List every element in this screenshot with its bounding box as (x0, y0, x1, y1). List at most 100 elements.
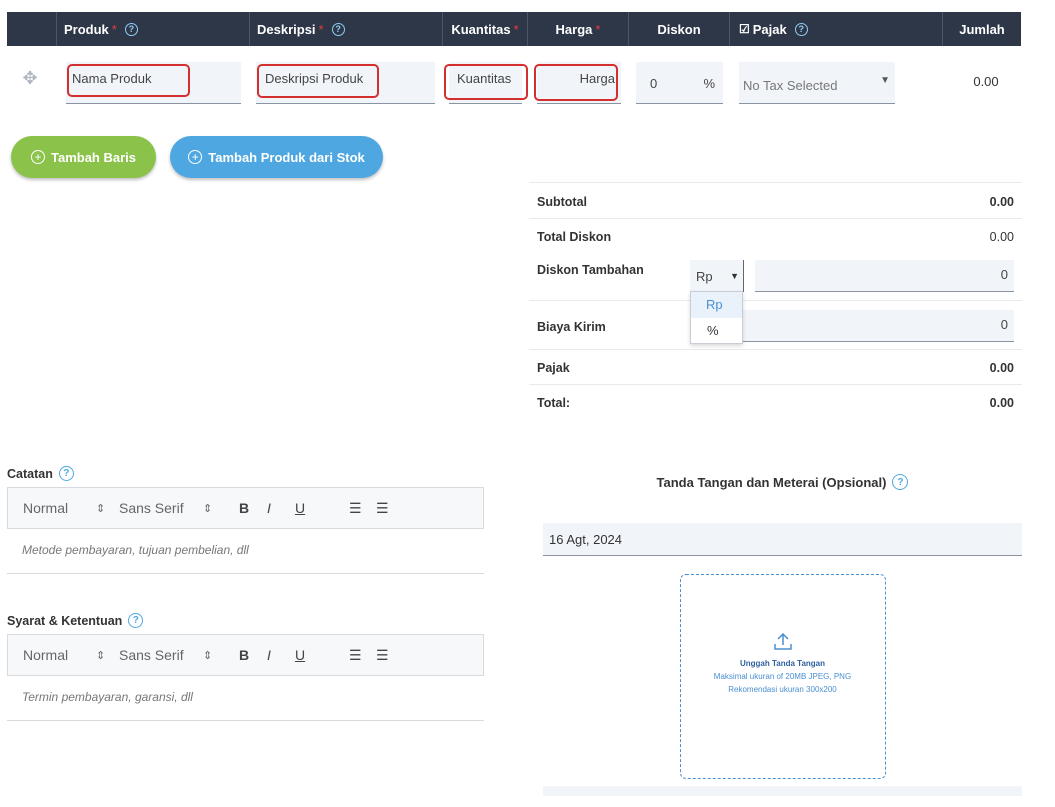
pajak-select[interactable]: No Tax Selected ▼ (739, 62, 895, 104)
syarat-toolbar: Normal ⇕ Sans Serif ⇕ B I U ☰ ☰ (7, 634, 484, 676)
signature-date-input[interactable]: 16 Agt, 2024 (543, 523, 1022, 556)
diskon-value: 0 (650, 76, 658, 91)
signature-footer-bar (543, 786, 1022, 796)
italic-button[interactable]: I (267, 500, 271, 516)
total-row: Total: 0.00 (529, 384, 1022, 420)
help-icon[interactable]: ? (128, 613, 144, 628)
ordered-list-icon[interactable]: ☰ (349, 647, 362, 664)
total-diskon-label: Total Diskon (537, 230, 612, 244)
diskon-input[interactable]: 0 % (636, 62, 723, 104)
catatan-editor[interactable]: Metode pembayaran, tujuan pembelian, dll (7, 529, 484, 574)
add-from-stock-label: Tambah Produk dari Stok (208, 149, 365, 165)
header-drag-col (7, 12, 57, 46)
biaya-kirim-value: 0 (1000, 317, 1008, 332)
total-label: Total: (537, 396, 571, 410)
add-from-stock-button[interactable]: + Tambah Produk dari Stok (170, 136, 383, 178)
produk-highlight (67, 64, 190, 97)
bullet-list-icon[interactable]: ☰ (376, 647, 389, 664)
sort-icon[interactable]: ⇕ (203, 649, 212, 662)
table-header: Produk * ? Deskripsi * ? Kuantitas * Har… (7, 12, 1021, 46)
catatan-heading: Catatan ? (7, 466, 74, 481)
catatan-label: Catatan (7, 466, 53, 481)
underline-button[interactable]: U (295, 500, 305, 516)
help-icon[interactable]: ? (794, 22, 808, 36)
header-produk-label: Produk (64, 21, 109, 37)
signature-upload-area[interactable]: Unggah Tanda Tangan Maksimal ukuran of 2… (680, 574, 886, 779)
diskon-tambahan-input[interactable]: 0 (755, 260, 1014, 292)
syarat-placeholder: Termin pembayaran, garansi, dll (22, 690, 193, 704)
help-icon[interactable]: ? (58, 466, 74, 481)
font-select[interactable]: Sans Serif (119, 500, 184, 516)
header-deskripsi: Deskripsi * ? (250, 12, 443, 46)
header-diskon-label: Diskon (657, 21, 701, 37)
ordered-list-icon[interactable]: ☰ (349, 500, 362, 517)
harga-highlight (534, 64, 618, 101)
jumlah-value: 0.00 (973, 74, 999, 89)
biaya-kirim-input[interactable]: 0 (740, 310, 1014, 342)
total-diskon-row: Total Diskon 0.00 (529, 218, 1022, 254)
header-jumlah-label: Jumlah (959, 21, 1005, 37)
sort-icon[interactable]: ⇕ (96, 502, 105, 515)
syarat-editor[interactable]: Termin pembayaran, garansi, dll (7, 676, 484, 721)
pajak-sum-value: 0.00 (989, 361, 1014, 375)
checkbox-checked-icon[interactable]: ☑ (739, 22, 750, 36)
header-produk: Produk * ? (57, 12, 250, 46)
diskon-unit-select[interactable]: Rp ▼ (690, 260, 744, 292)
drag-handle-icon[interactable]: ✥ (20, 68, 40, 88)
bold-button[interactable]: B (239, 647, 249, 663)
deskripsi-highlight (257, 64, 379, 98)
unit-dropdown-menu: Rp % (690, 291, 743, 344)
required-mark: * (513, 21, 519, 37)
caret-down-icon: ▼ (880, 75, 890, 86)
font-select[interactable]: Sans Serif (119, 647, 184, 663)
header-kuantitas: Kuantitas * (443, 12, 528, 46)
bold-button[interactable]: B (239, 500, 249, 516)
pajak-label: Pajak (537, 361, 570, 375)
header-deskripsi-label: Deskripsi (257, 21, 316, 37)
sort-icon[interactable]: ⇕ (203, 502, 212, 515)
kuantitas-highlight (444, 64, 528, 100)
signature-heading: Tanda Tangan dan Meterai (Opsional) ? (543, 474, 1022, 490)
required-mark: * (111, 21, 117, 37)
sort-icon[interactable]: ⇕ (96, 649, 105, 662)
signature-title: Tanda Tangan dan Meterai (Opsional) (656, 474, 887, 490)
dropdown-option-rp[interactable]: Rp (691, 292, 742, 318)
header-harga: Harga * (528, 12, 629, 46)
upload-icon (772, 632, 794, 652)
required-mark: * (318, 21, 324, 37)
header-harga-label: Harga (555, 21, 593, 37)
format-select[interactable]: Normal (23, 647, 68, 663)
caret-down-icon: ▼ (730, 271, 739, 281)
header-pajak-label: Pajak (752, 21, 787, 37)
underline-button[interactable]: U (295, 647, 305, 663)
required-mark: * (595, 21, 601, 37)
catatan-placeholder: Metode pembayaran, tujuan pembelian, dll (22, 543, 249, 557)
total-value: 0.00 (989, 396, 1014, 410)
plus-circle-icon: + (188, 150, 203, 164)
italic-button[interactable]: I (267, 647, 271, 663)
help-icon[interactable]: ? (892, 474, 909, 490)
header-kuantitas-label: Kuantitas (451, 21, 511, 37)
subtotal-label: Subtotal (537, 195, 587, 209)
syarat-label: Syarat & Ketentuan (7, 613, 123, 628)
header-pajak: ☑ Pajak ? (730, 12, 943, 46)
diskon-tambahan-value: 0 (1000, 267, 1008, 282)
subtotal-row: Subtotal 0.00 (529, 182, 1022, 218)
signature-date: 16 Agt, 2024 (549, 532, 623, 547)
biaya-kirim-label: Biaya Kirim (537, 320, 606, 334)
add-row-button[interactable]: + Tambah Baris (11, 136, 156, 178)
upload-hint-dimension: Rekomendasi ukuran 300x200 (728, 685, 837, 694)
upload-hint-size: Maksimal ukuran of 20MB JPEG, PNG (713, 672, 852, 681)
diskon-unit-value: Rp (696, 269, 713, 284)
help-icon[interactable]: ? (124, 22, 138, 36)
format-select[interactable]: Normal (23, 500, 68, 516)
diskon-tambahan-label: Diskon Tambahan (537, 263, 644, 277)
pajak-row: Pajak 0.00 (529, 349, 1022, 384)
help-icon[interactable]: ? (331, 22, 345, 36)
dropdown-option-percent[interactable]: % (691, 318, 742, 344)
bullet-list-icon[interactable]: ☰ (376, 500, 389, 517)
syarat-heading: Syarat & Ketentuan ? (7, 613, 144, 628)
add-row-label: Tambah Baris (50, 149, 136, 165)
pajak-value: No Tax Selected (743, 78, 838, 93)
upload-title: Unggah Tanda Tangan (739, 659, 826, 668)
